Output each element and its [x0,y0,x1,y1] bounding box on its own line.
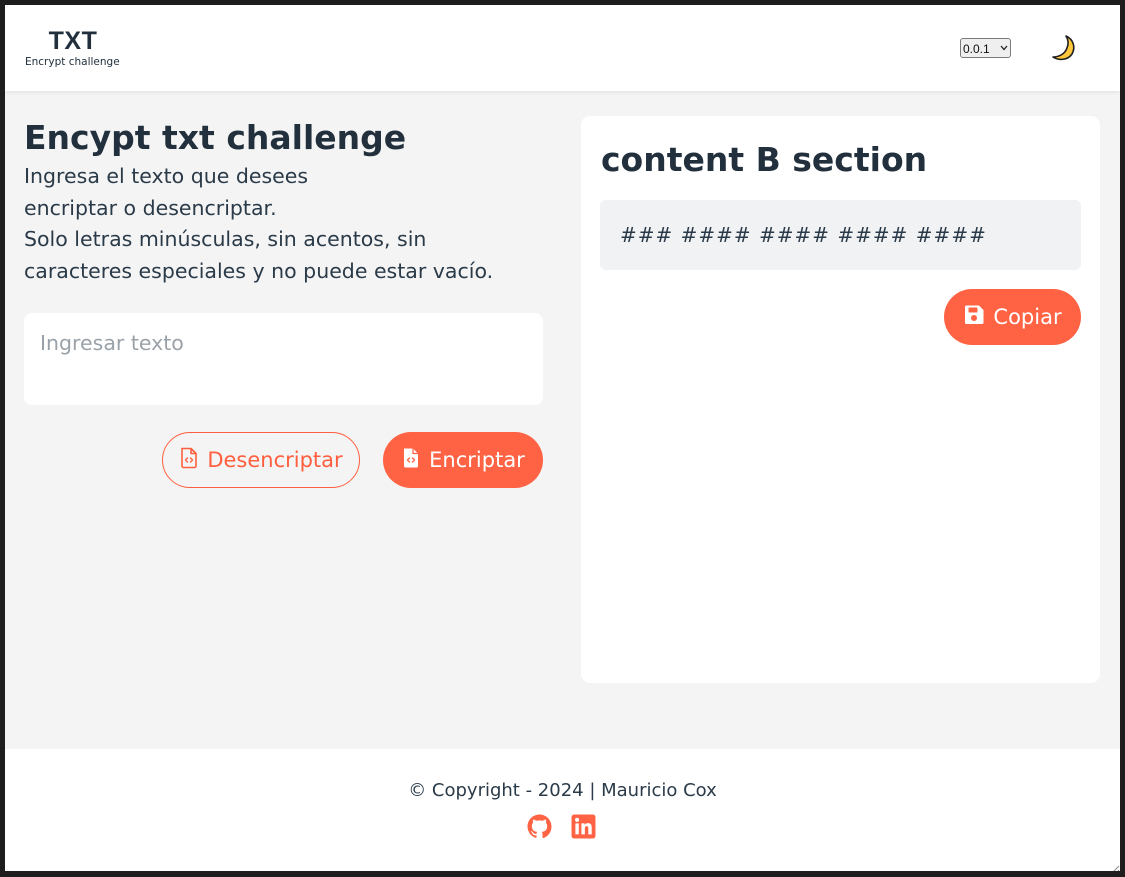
logo-title: TXT [48,27,98,55]
text-input[interactable] [24,313,543,405]
footer: © Copyright - 2024 | Mauricio Cox [5,749,1120,871]
instruction-line: Ingresa el texto que desees [24,164,309,188]
theme-toggle-button[interactable] [1047,33,1081,67]
copyright-text: © Copyright - 2024 | Mauricio Cox [408,780,717,801]
instruction-line: encriptar o desencriptar. [24,195,277,220]
instruction-line: caracteres especiales y no puede estar v… [24,258,494,283]
encrypt-label: Encriptar [429,448,525,472]
social-links [527,814,596,839]
moon-icon [1049,33,1079,67]
logo-subtitle: Encrypt challenge [25,56,120,68]
instruction-line: Solo letras minúsculas, sin acentos, sin [24,227,427,251]
logo[interactable]: TXT Encrypt challenge [25,27,121,69]
version-value: 0.0.1 [963,41,990,56]
chevron-down-icon [1000,44,1008,53]
version-select[interactable]: 0.0.1 [960,38,1011,58]
file-code-icon [401,447,421,474]
decrypt-label: Desencriptar [207,448,343,472]
copy-button[interactable]: Copiar [944,289,1081,345]
github-icon[interactable] [527,814,552,839]
output-text: ### #### #### #### #### [600,200,1081,270]
floppy-disk-icon [963,304,985,331]
linkedin-icon[interactable] [571,814,596,839]
resize-grip-icon[interactable] [1106,862,1120,871]
output-card: content B section ### #### #### #### ###… [581,116,1100,683]
file-code-icon [179,447,199,474]
card-title: content B section [601,140,928,179]
encrypt-button[interactable]: Encriptar [383,432,543,488]
decrypt-button[interactable]: Desencriptar [162,432,360,488]
main-area: Encypt txt challenge Ingresa el texto qu… [5,91,1120,749]
copy-label: Copiar [993,305,1062,329]
page-title: Encypt txt challenge [24,118,407,157]
instructions: Ingresa el texto que desees encriptar o … [24,161,544,287]
header: TXT Encrypt challenge 0.0.1 [5,5,1120,91]
app-window: TXT Encrypt challenge 0.0.1 Encypt txt c… [0,0,1125,877]
